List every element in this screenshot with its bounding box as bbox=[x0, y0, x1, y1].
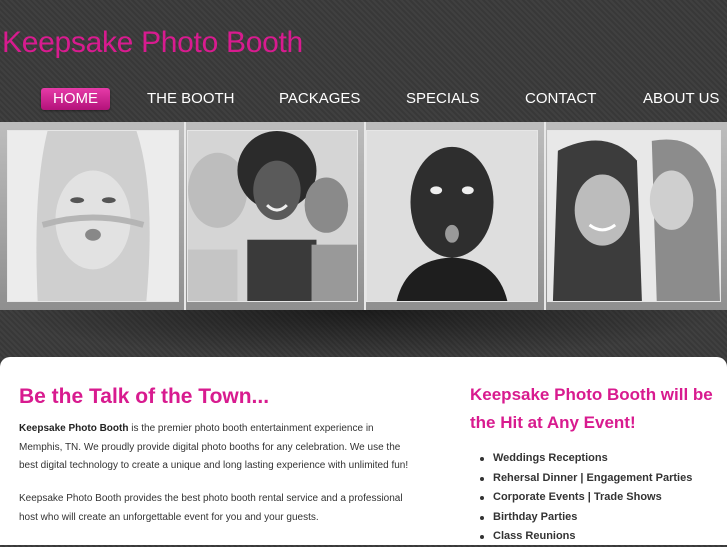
photo-divider bbox=[544, 122, 546, 310]
main-heading: Be the Talk of the Town... bbox=[19, 385, 270, 408]
side-heading: Keepsake Photo Booth will be the Hit at … bbox=[470, 385, 713, 432]
photo-divider bbox=[184, 122, 186, 310]
photo-strip bbox=[0, 122, 727, 310]
photo-man-tongue bbox=[366, 130, 538, 302]
bullet-icon bbox=[480, 535, 484, 539]
list-item: Weddings Receptions bbox=[478, 449, 692, 469]
bullet-icon bbox=[480, 476, 484, 481]
intro-brand: Keepsake Photo Booth bbox=[19, 423, 129, 434]
list-item: Birthday Parties bbox=[478, 508, 692, 528]
service-paragraph: Keepsake Photo Booth provides the best p… bbox=[19, 493, 403, 523]
site-title[interactable]: Keepsake Photo Booth bbox=[2, 26, 303, 60]
photo-two-women-whisper bbox=[547, 130, 721, 302]
nav-contact[interactable]: CONTACT bbox=[525, 88, 596, 110]
nav-specials[interactable]: SPECIALS bbox=[406, 88, 479, 110]
nav-about-us[interactable]: ABOUT US bbox=[643, 88, 719, 110]
list-item: Rehersal Dinner | Engagement Parties bbox=[478, 469, 692, 489]
photo-three-women bbox=[187, 130, 358, 302]
nav-the-booth[interactable]: THE BOOTH bbox=[147, 88, 235, 110]
event-list: Weddings Receptions Rehersal Dinner | En… bbox=[478, 449, 692, 547]
bullet-icon bbox=[480, 496, 484, 500]
nav-home[interactable]: HOME bbox=[41, 88, 110, 110]
content-panel: Be the Talk of the Town... Keepsake Phot… bbox=[0, 357, 727, 545]
photo-woman-mustache bbox=[7, 130, 179, 302]
bullet-icon bbox=[480, 457, 484, 461]
strip-shadow bbox=[0, 310, 727, 360]
nav-packages[interactable]: PACKAGES bbox=[279, 88, 360, 110]
main-nav: HOME THE BOOTH PACKAGES SPECIALS CONTACT… bbox=[0, 88, 727, 112]
bullet-icon bbox=[480, 515, 484, 520]
intro-paragraph: Keepsake Photo Booth is the premier phot… bbox=[19, 420, 419, 476]
list-item: Class Reunions bbox=[478, 527, 692, 547]
list-item: Corporate Events | Trade Shows bbox=[478, 488, 692, 508]
